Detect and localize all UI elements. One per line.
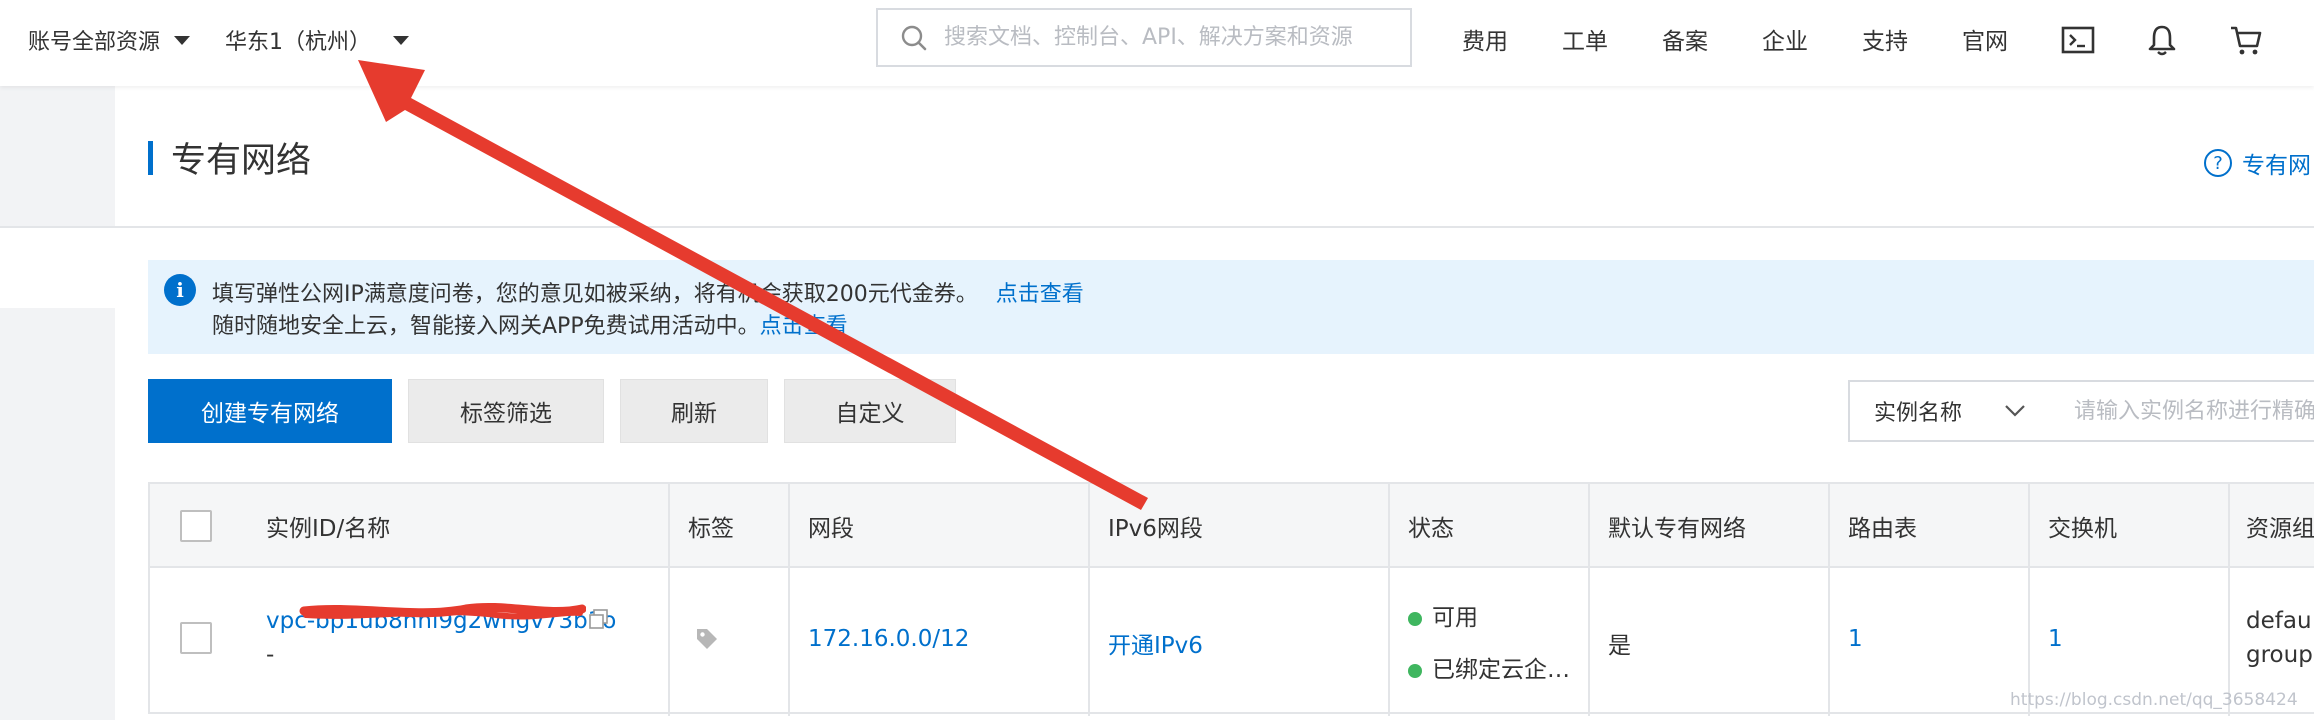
global-search-box[interactable]	[876, 8, 1412, 67]
sidebar-collapsed-top	[0, 86, 115, 226]
enable-ipv6-link[interactable]: 开通IPv6	[1108, 626, 1203, 660]
terminal-icon[interactable]	[2060, 22, 2096, 58]
copy-icon[interactable]	[588, 608, 610, 630]
help-docs-label: 专有网	[2242, 153, 2311, 179]
column-header-tags[interactable]: 标签	[688, 484, 734, 568]
info-icon: i	[164, 274, 196, 306]
filter-search-input[interactable]	[2046, 380, 2314, 442]
page-header	[115, 86, 2314, 226]
cidr-link[interactable]: 172.16.0.0/12	[808, 626, 969, 652]
search-icon	[901, 25, 927, 50]
column-header-instance[interactable]: 实例ID/名称	[266, 484, 390, 568]
route-tables-count-link[interactable]: 1	[1848, 626, 1863, 652]
chevron-down-icon	[174, 35, 191, 45]
row-select-checkbox[interactable]	[180, 622, 212, 654]
create-vpc-button[interactable]: 创建专有网络	[148, 379, 392, 443]
customize-button[interactable]: 自定义	[784, 379, 956, 443]
column-divider	[668, 484, 670, 716]
column-divider	[788, 484, 790, 716]
notice-line-2-text: 随时随地安全上云，智能接入网关APP免费试用活动中。	[212, 314, 760, 339]
notice-line-1: 填写弹性公网IP满意度问卷，您的意见如被采纳，将有机会获取200元代金券。 点击查…	[212, 276, 1084, 308]
column-header-vswitches[interactable]: 交换机	[2048, 484, 2117, 568]
title-accent-bar	[148, 141, 153, 175]
status-available: 可用	[1408, 598, 1478, 632]
chevron-down-icon	[2005, 405, 2025, 417]
column-header-cidr[interactable]: 网段	[808, 484, 854, 568]
page-title: 专有网络	[171, 141, 312, 181]
nav-official-site[interactable]: 官网	[1962, 22, 2008, 56]
cart-icon[interactable]	[2228, 22, 2264, 58]
column-header-resource-group[interactable]: 资源组	[2246, 484, 2314, 568]
notice-line-1-text: 填写弹性公网IP满意度问卷，您的意见如被采纳，将有机会获取200元代金券。	[212, 282, 978, 307]
nav-enterprise[interactable]: 企业	[1762, 22, 1808, 56]
watermark-text: https://blog.csdn.net/qq_3658424	[2010, 690, 2298, 710]
status-ok-dot	[1408, 611, 1422, 626]
column-divider	[2028, 484, 2030, 716]
account-scope-label: 账号全部资源	[28, 30, 161, 55]
status-ok-dot	[1408, 663, 1422, 678]
account-scope-dropdown[interactable]: 账号全部资源	[28, 20, 191, 60]
table-header-row: 实例ID/名称 标签 网段 IPv6网段 状态 默认专有网络 路由表 交换机 资…	[150, 484, 2314, 568]
column-header-default-vpc[interactable]: 默认专有网络	[1608, 484, 1746, 568]
tag-filter-button[interactable]: 标签筛选	[408, 379, 604, 443]
column-header-ipv6[interactable]: IPv6网段	[1108, 484, 1203, 568]
status-cen-bound: 已绑定云企…	[1408, 650, 1570, 684]
column-divider	[1088, 484, 1090, 716]
vswitches-count-link[interactable]: 1	[2048, 626, 2063, 652]
vpc-instance-name: -	[266, 642, 275, 668]
chevron-down-icon	[393, 35, 409, 45]
nav-support[interactable]: 支持	[1862, 22, 1908, 56]
redaction-scribble	[299, 602, 586, 620]
resource-group-line-2: group	[2246, 642, 2313, 668]
top-navigation-bar: 账号全部资源 华东1（杭州） 费用 工单 备案 企业 支持 官网	[0, 0, 2314, 86]
column-divider	[1388, 484, 1390, 716]
notice-line-1-link[interactable]: 点击查看	[996, 282, 1084, 307]
filter-field-label: 实例名称	[1874, 401, 1963, 426]
bell-icon[interactable]	[2144, 22, 2180, 58]
default-vpc-value: 是	[1608, 633, 1631, 659]
vpc-table: 实例ID/名称 标签 网段 IPv6网段 状态 默认专有网络 路由表 交换机 资…	[148, 482, 2314, 716]
global-search-input[interactable]	[944, 25, 1404, 50]
notice-line-2: 随时随地安全上云，智能接入网关APP免费试用活动中。点击查看	[212, 308, 848, 340]
column-header-route-tables[interactable]: 路由表	[1848, 484, 1917, 568]
question-circle-icon: ?	[2204, 149, 2232, 177]
tag-icon[interactable]	[694, 626, 720, 652]
region-label: 华东1（杭州）	[225, 30, 371, 55]
header-divider	[0, 226, 2314, 228]
nav-fees[interactable]: 费用	[1462, 22, 1508, 56]
help-docs-link[interactable]: ? 专有网	[2204, 146, 2311, 180]
select-all-checkbox[interactable]	[180, 510, 212, 542]
status-cen-bound-label: 已绑定云企…	[1432, 657, 1570, 683]
nav-tickets[interactable]: 工单	[1562, 22, 1608, 56]
column-header-status[interactable]: 状态	[1408, 484, 1454, 568]
filter-field-select[interactable]: 实例名称	[1848, 380, 2048, 442]
column-divider	[1828, 484, 1830, 716]
sidebar-collapsed-bottom	[0, 308, 115, 720]
column-divider	[2228, 484, 2230, 716]
resource-group-line-1: defau	[2246, 608, 2312, 634]
column-divider	[1588, 484, 1590, 716]
notice-line-2-link[interactable]: 点击查看	[760, 314, 848, 339]
status-available-label: 可用	[1432, 605, 1478, 631]
refresh-button[interactable]: 刷新	[620, 379, 768, 443]
nav-icp-filing[interactable]: 备案	[1662, 22, 1708, 56]
region-dropdown[interactable]: 华东1（杭州）	[225, 20, 409, 60]
